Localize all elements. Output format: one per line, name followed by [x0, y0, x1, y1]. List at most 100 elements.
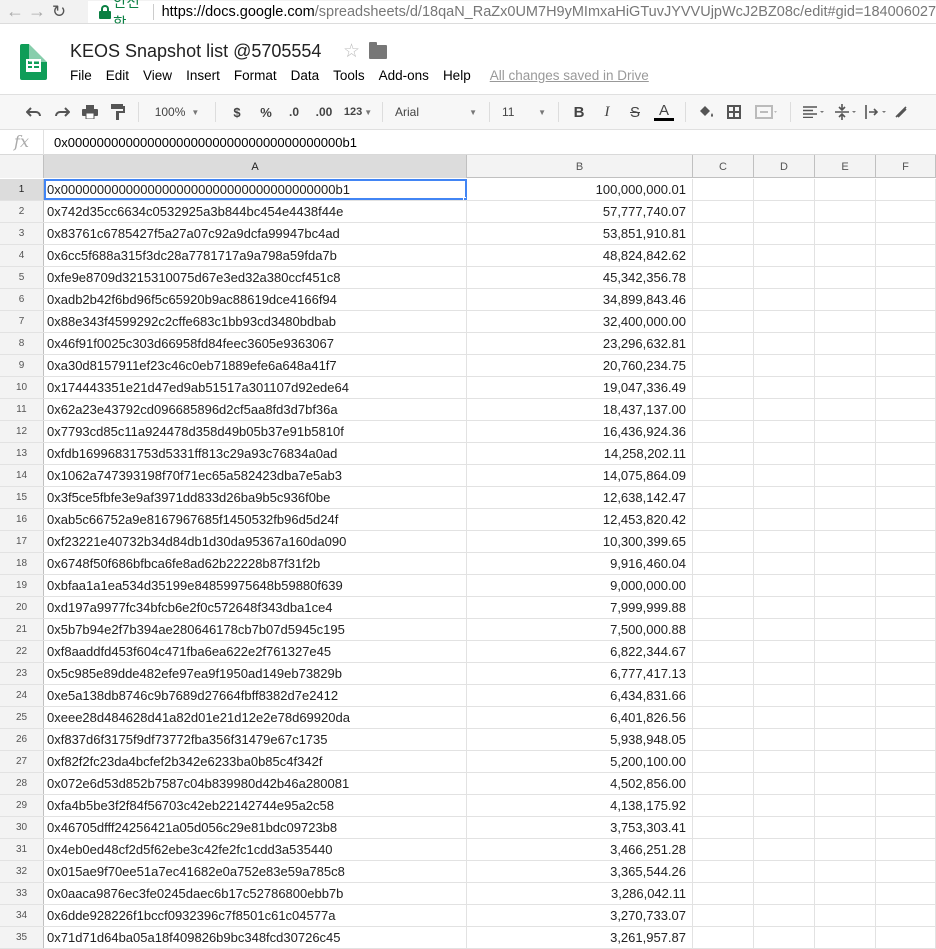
empty-cell[interactable]	[815, 487, 876, 508]
more-formats-button[interactable]: 123 ▼	[340, 100, 376, 124]
cell-amount[interactable]: 14,258,202.11	[467, 443, 693, 464]
empty-cell[interactable]	[876, 487, 936, 508]
cell-address[interactable]: 0xfa4b5be3f2f84f56703c42eb22142744e95a2c…	[44, 795, 467, 816]
empty-cell[interactable]	[815, 421, 876, 442]
empty-cell[interactable]	[693, 883, 754, 904]
increase-decimal-button[interactable]: .00	[308, 100, 340, 124]
empty-cell[interactable]	[876, 817, 936, 838]
cell-amount[interactable]: 3,365,544.26	[467, 861, 693, 882]
empty-cell[interactable]	[754, 245, 815, 266]
empty-cell[interactable]	[693, 333, 754, 354]
text-wrapping-icon[interactable]	[861, 100, 891, 124]
cell-address[interactable]: 0x46705dfff24256421a05d056c29e81bdc09723…	[44, 817, 467, 838]
reload-icon[interactable]: ↻	[48, 1, 70, 23]
row-header[interactable]: 7	[0, 311, 44, 332]
cell-address[interactable]: 0xab5c66752a9e8167967685f1450532fb96d5d2…	[44, 509, 467, 530]
cell-address[interactable]: 0xbfaa1a1ea534d35199e84859975648b59880f6…	[44, 575, 467, 596]
cell-amount[interactable]: 4,138,175.92	[467, 795, 693, 816]
empty-cell[interactable]	[693, 223, 754, 244]
empty-cell[interactable]	[815, 311, 876, 332]
print-icon[interactable]	[76, 100, 104, 124]
empty-cell[interactable]	[815, 179, 876, 200]
empty-cell[interactable]	[693, 355, 754, 376]
empty-cell[interactable]	[815, 201, 876, 222]
column-header-a[interactable]: A	[44, 155, 467, 178]
empty-cell[interactable]	[815, 927, 876, 948]
cell-amount[interactable]: 6,434,831.66	[467, 685, 693, 706]
empty-cell[interactable]	[876, 751, 936, 772]
empty-cell[interactable]	[876, 289, 936, 310]
cell-amount[interactable]: 18,437,137.00	[467, 399, 693, 420]
cell-amount[interactable]: 9,916,460.04	[467, 553, 693, 574]
row-header[interactable]: 24	[0, 685, 44, 706]
empty-cell[interactable]	[693, 443, 754, 464]
row-header[interactable]: 3	[0, 223, 44, 244]
empty-cell[interactable]	[815, 575, 876, 596]
menu-view[interactable]: View	[143, 68, 172, 83]
row-header[interactable]: 12	[0, 421, 44, 442]
row-header[interactable]: 25	[0, 707, 44, 728]
empty-cell[interactable]	[876, 883, 936, 904]
cell-amount[interactable]: 6,777,417.13	[467, 663, 693, 684]
empty-cell[interactable]	[693, 773, 754, 794]
cell-amount[interactable]: 32,400,000.00	[467, 311, 693, 332]
row-header[interactable]: 13	[0, 443, 44, 464]
empty-cell[interactable]	[815, 839, 876, 860]
empty-cell[interactable]	[693, 377, 754, 398]
empty-cell[interactable]	[815, 223, 876, 244]
empty-cell[interactable]	[815, 861, 876, 882]
empty-cell[interactable]	[876, 905, 936, 926]
row-header[interactable]: 34	[0, 905, 44, 926]
empty-cell[interactable]	[876, 575, 936, 596]
menu-help[interactable]: Help	[443, 68, 471, 83]
cell-amount[interactable]: 16,436,924.36	[467, 421, 693, 442]
cell-address[interactable]: 0x1062a747393198f70f71ec65a582423dba7e5a…	[44, 465, 467, 486]
cell-amount[interactable]: 100,000,000.01	[467, 179, 693, 200]
cell-amount[interactable]: 3,286,042.11	[467, 883, 693, 904]
empty-cell[interactable]	[754, 465, 815, 486]
formula-input[interactable]: 0x00000000000000000000000000000000000000…	[54, 135, 357, 150]
fill-handle[interactable]	[463, 197, 466, 200]
empty-cell[interactable]	[876, 179, 936, 200]
empty-cell[interactable]	[754, 751, 815, 772]
empty-cell[interactable]	[876, 597, 936, 618]
row-header[interactable]: 1	[0, 179, 44, 200]
empty-cell[interactable]	[693, 289, 754, 310]
cell-amount[interactable]: 5,200,100.00	[467, 751, 693, 772]
column-header-d[interactable]: D	[754, 155, 815, 178]
empty-cell[interactable]	[815, 531, 876, 552]
empty-cell[interactable]	[754, 333, 815, 354]
row-header[interactable]: 30	[0, 817, 44, 838]
empty-cell[interactable]	[754, 179, 815, 200]
empty-cell[interactable]	[876, 465, 936, 486]
empty-cell[interactable]	[815, 399, 876, 420]
cell-amount[interactable]: 45,342,356.78	[467, 267, 693, 288]
empty-cell[interactable]	[815, 597, 876, 618]
column-header-c[interactable]: C	[693, 155, 754, 178]
empty-cell[interactable]	[693, 179, 754, 200]
empty-cell[interactable]	[693, 597, 754, 618]
empty-cell[interactable]	[876, 641, 936, 662]
cell-address[interactable]: 0xe5a138db8746c9b7689d27664fbff8382d7e24…	[44, 685, 467, 706]
empty-cell[interactable]	[693, 707, 754, 728]
empty-cell[interactable]	[754, 729, 815, 750]
cell-address[interactable]: 0xfe9e8709d3215310075d67e3ed32a380ccf451…	[44, 267, 467, 288]
empty-cell[interactable]	[876, 553, 936, 574]
cell-address[interactable]: 0x742d35cc6634c0532925a3b844bc454e4438f4…	[44, 201, 467, 222]
empty-cell[interactable]	[693, 311, 754, 332]
empty-cell[interactable]	[876, 223, 936, 244]
row-header[interactable]: 31	[0, 839, 44, 860]
row-header[interactable]: 32	[0, 861, 44, 882]
cell-address[interactable]: 0xeee28d484628d41a82d01e21d12e2e78d69920…	[44, 707, 467, 728]
empty-cell[interactable]	[693, 839, 754, 860]
italic-button[interactable]: I	[593, 100, 621, 124]
cell-amount[interactable]: 12,453,820.42	[467, 509, 693, 530]
cell-address[interactable]: 0x3f5ce5fbfe3e9af3971dd833d26ba9b5c936f0…	[44, 487, 467, 508]
empty-cell[interactable]	[754, 707, 815, 728]
select-all-corner[interactable]	[0, 155, 44, 178]
vertical-align-icon[interactable]	[831, 100, 861, 124]
row-header[interactable]: 22	[0, 641, 44, 662]
empty-cell[interactable]	[815, 267, 876, 288]
empty-cell[interactable]	[754, 399, 815, 420]
cell-address[interactable]: 0xf82f2fc23da4bcfef2b342e6233ba0b85c4f34…	[44, 751, 467, 772]
